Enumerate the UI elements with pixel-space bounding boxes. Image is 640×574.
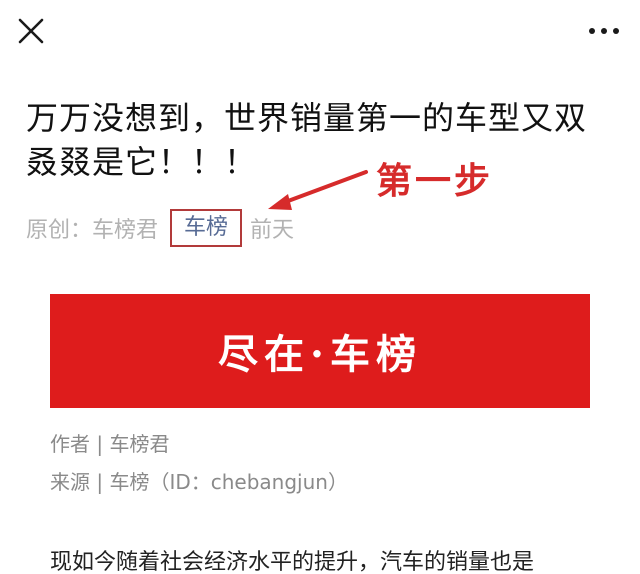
author-line: 作者 | 车榜君 <box>50 432 170 456</box>
banner-text: 尽在·车榜 <box>218 331 422 378</box>
publish-time: 前天 <box>250 218 295 243</box>
source-line: 来源 | 车榜（ID：chebangjun） <box>50 470 348 494</box>
article-meta: 原创：车榜君 车榜 前天 <box>26 209 295 247</box>
article-page: 万万没想到，世界销量第一的车型又双叒叕是它！！！ 原创：车榜君 车榜 前天 第一… <box>0 0 640 574</box>
annotation-arrow-icon <box>268 170 368 210</box>
banner-image: 尽在·车榜 <box>50 294 590 408</box>
more-options-button[interactable] <box>586 20 622 42</box>
original-author-label: 原创：车榜君 <box>26 218 159 243</box>
close-icon <box>18 18 44 44</box>
step-annotation-label: 第一步 <box>376 161 494 202</box>
more-dots-icon <box>589 28 619 34</box>
account-name-link[interactable]: 车榜 <box>170 209 243 247</box>
top-bar <box>0 0 640 62</box>
article-body-paragraph: 现如今随着社会经济水平的提升，汽车的销量也是 <box>50 550 535 574</box>
close-button[interactable] <box>14 14 48 48</box>
